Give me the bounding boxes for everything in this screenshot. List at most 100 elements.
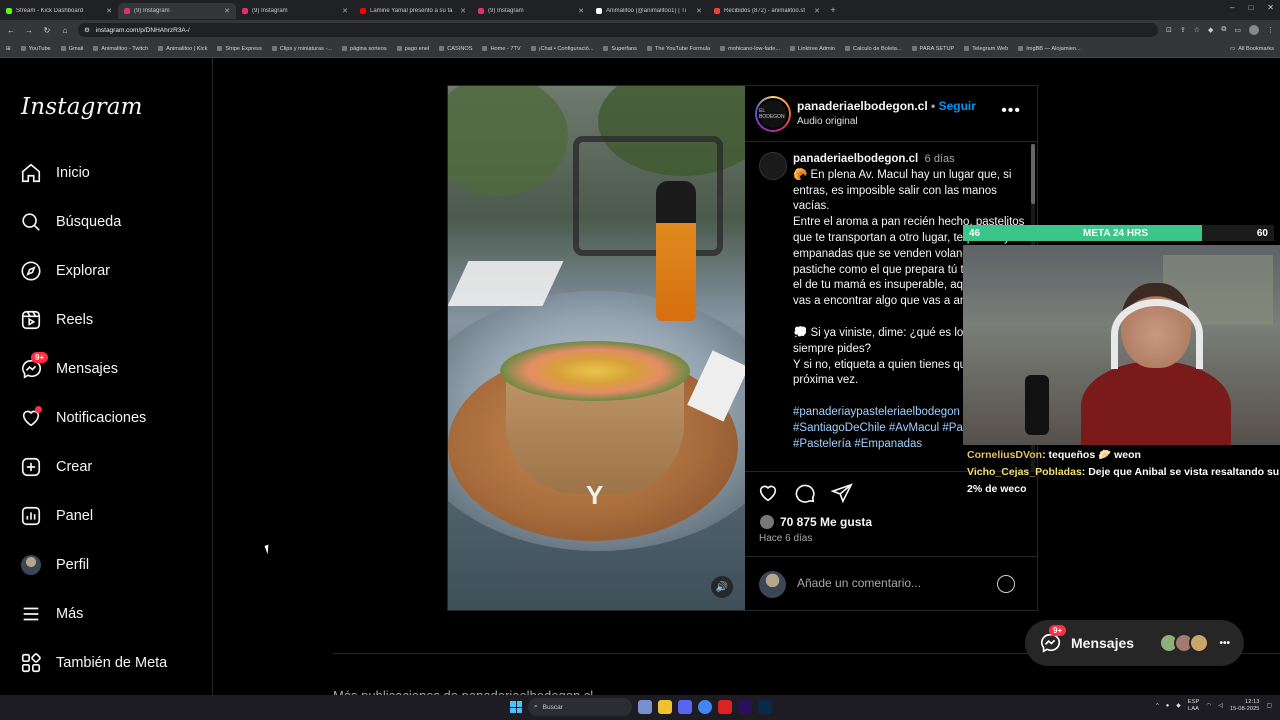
close-tab-icon[interactable]: ✕ [578,7,584,15]
volume-icon[interactable]: ◁ [1218,703,1222,709]
close-tab-icon[interactable]: ✕ [814,7,820,15]
sidebar-item-perfil[interactable]: Perfil [20,550,89,580]
sidebar-item-inicio[interactable]: Inicio [20,158,90,188]
close-tab-icon[interactable]: ✕ [460,7,466,15]
obs-icon[interactable] [718,700,732,714]
username-link[interactable]: panaderiaelbodegon.cl [797,99,928,113]
browser-tab[interactable]: Lamine Yamal presentó a su fa ✕ [354,3,472,19]
sidebar-item-notificaciones[interactable]: Notificaciones [20,403,146,433]
sidebar-item-panel[interactable]: Panel [20,501,93,531]
task-view-icon[interactable] [638,700,652,714]
bookmark-link[interactable]: página sorteos [341,46,387,52]
emoji-icon[interactable] [997,575,1015,593]
bookmark-link[interactable]: Telegram Web [964,46,1008,52]
photoshop-icon[interactable] [758,700,772,714]
back-button[interactable]: ← [6,26,16,35]
sidebar-item-tambien-de-meta[interactable]: También de Meta [20,648,167,678]
window-controls: – □ ✕ [1230,3,1274,12]
close-tab-icon[interactable]: ✕ [342,7,348,15]
bookmark-link[interactable]: Animalitoo | Kick [158,46,207,52]
taskbar-search[interactable]: ⌕ Buscar [528,698,632,716]
follow-button[interactable]: Seguir [939,99,976,113]
messages-button[interactable]: 9+ Mensajes ••• [1025,620,1244,666]
maximize-button[interactable]: □ [1248,3,1253,12]
close-tab-icon[interactable]: ✕ [224,7,230,15]
bookmark-link[interactable]: PARA SETUP [911,46,954,52]
share-icon[interactable]: ⇪ [1180,26,1186,34]
all-bookmarks-link[interactable]: ▭ All Bookmarks [1230,46,1274,52]
install-icon[interactable]: ⊡ [1166,26,1172,34]
audio-link[interactable]: Audio original [797,116,858,127]
bookmark-favicon-icon [482,46,488,51]
more-options-icon[interactable]: ••• [1001,102,1021,120]
like-button[interactable] [757,482,779,509]
close-window-button[interactable]: ✕ [1267,3,1274,12]
tray-app-icon[interactable]: ● [1166,703,1170,709]
sidebar-item-reels[interactable]: Reels [20,305,93,335]
chrome-icon[interactable] [698,700,712,714]
browser-tab[interactable]: Stream - Kick Dashboard ✕ [0,3,118,19]
browser-tab[interactable]: Recibidos (872) - animalitoo.st ✕ [708,3,826,19]
file-explorer-icon[interactable] [658,700,672,714]
minimize-button[interactable]: – [1230,3,1234,12]
comment-button[interactable] [794,482,816,509]
browser-tab[interactable]: (9) Instagram ✕ [236,3,354,19]
tray-app-icon[interactable]: ◆ [1176,703,1180,709]
sidebar-item-crear[interactable]: Crear [20,452,92,482]
story-ring[interactable]: EL BODEGON [755,96,791,132]
clock[interactable]: 12:13 15-08-2025 [1230,699,1260,713]
star-icon[interactable]: ☆ [1194,26,1200,34]
notification-icon[interactable]: ▢ [1267,703,1272,709]
sidebar-item-explorar[interactable]: Explorar [20,256,110,286]
bookmark-link[interactable]: The YouTube Formula [646,46,710,52]
browser-tab[interactable]: (9) Instagram ✕ [472,3,590,19]
caption-avatar[interactable] [759,152,787,180]
premiere-icon[interactable] [738,700,752,714]
profile-avatar[interactable] [1249,25,1259,35]
home-button[interactable]: ⌂ [60,26,70,35]
sidebar-item-mensajes[interactable]: 9+ Mensajes [20,352,118,384]
bookmark-link[interactable]: Linktree Admin [790,46,835,52]
language-indicator[interactable]: ESP LAA [1188,699,1200,713]
wifi-icon[interactable]: ◠ [1206,703,1211,709]
bookmark-link[interactable]: ImgBB — Alojamien... [1018,46,1081,52]
site-info-icon[interactable]: ⚙ [84,26,90,34]
browser-tab[interactable]: Animalitoo (@animalitoo1) | Ti ✕ [590,3,708,19]
reload-button[interactable]: ↻ [42,26,52,35]
instagram-logo[interactable]: Instagram [21,94,143,120]
bookmark-link[interactable]: Gmail [60,46,83,52]
caption-username[interactable]: panaderiaelbodegon.cl [793,153,918,165]
apps-grid-icon[interactable]: ⊞ [6,46,11,52]
volume-icon[interactable]: 🔊 [711,576,733,598]
close-tab-icon[interactable]: ✕ [696,7,702,15]
browser-tab[interactable]: (9) Instagram ✕ [118,3,236,19]
bookmark-link[interactable]: CASINOS [439,46,472,52]
sidebar-item-mas[interactable]: Más [20,599,83,629]
sidepanel-icon[interactable]: ▭ [1234,26,1241,34]
bookmark-link[interactable]: Calculo de Boleta... [845,46,902,52]
bookmark-link[interactable]: YouTube [20,46,51,52]
bookmark-link[interactable]: mohicano-low-fade... [720,46,780,52]
bookmark-link[interactable]: Clips y miniaturas -... [271,46,332,52]
new-tab-button[interactable]: + [826,5,840,15]
share-button[interactable] [830,482,853,509]
bookmark-link[interactable]: Stripe Express [217,46,262,52]
comment-input[interactable] [797,576,987,590]
bookmark-link[interactable]: Animalitoo - Twitch [93,46,148,52]
forward-button[interactable]: → [24,26,34,35]
bookmark-link[interactable]: Superfans [603,46,637,52]
likes-count[interactable]: 70 875 Me gusta [759,514,872,530]
post-video[interactable]: Y 🔊 [448,86,745,610]
bookmark-link[interactable]: ¡Chat • Configuració... [530,46,593,52]
windows-start-icon[interactable] [510,701,522,713]
extensions-puzzle-icon[interactable]: ⧉ [1221,26,1226,34]
browser-menu-icon[interactable]: ⋮ [1267,26,1274,34]
url-field[interactable]: ⚙ instagram.com/p/DNHAhrzR3A-/ [78,23,1158,37]
discord-icon[interactable] [678,700,692,714]
tray-overflow-icon[interactable]: ^ [1156,703,1159,709]
bookmark-link[interactable]: Home - 7TV [482,46,521,52]
close-tab-icon[interactable]: ✕ [106,7,112,15]
sidebar-item-busqueda[interactable]: Búsqueda [20,207,121,237]
extension-icon[interactable]: ◆ [1208,26,1213,34]
bookmark-link[interactable]: pago enel [396,46,429,52]
